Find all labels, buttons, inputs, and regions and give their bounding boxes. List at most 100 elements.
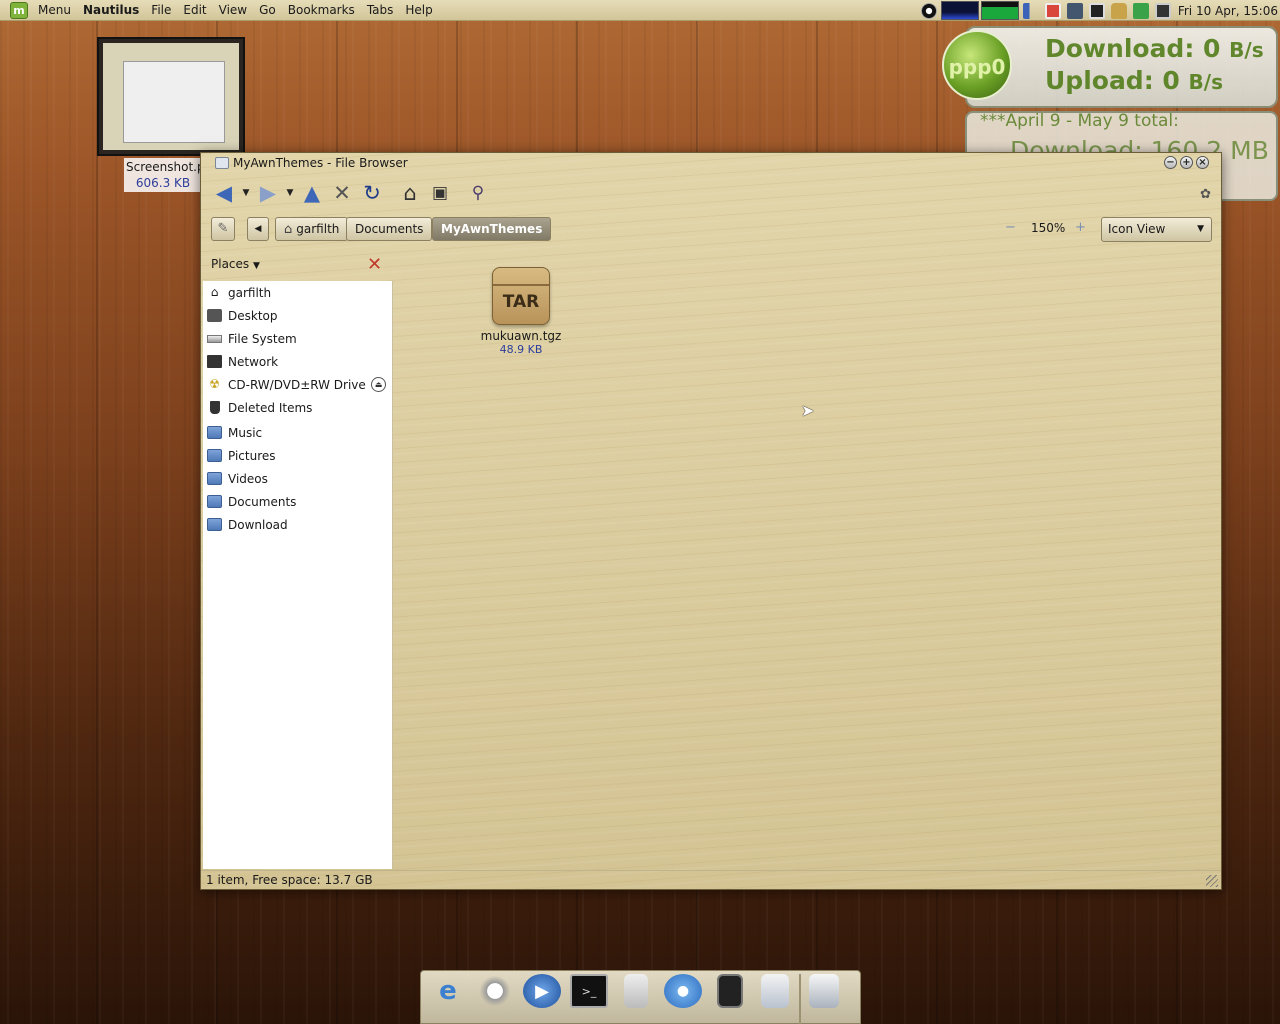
back-button[interactable]: ◀ <box>209 179 239 207</box>
sidebar-item-videos[interactable]: Videos <box>203 467 392 490</box>
file-name: mukuawn.tgz <box>480 329 562 343</box>
resize-grip[interactable] <box>1206 875 1218 887</box>
system-tray: Fri 10 Apr, 15:06 <box>918 0 1280 21</box>
mint-menu-icon[interactable]: m <box>10 1 28 19</box>
display-icon[interactable] <box>1088 2 1105 19</box>
back-history-dropdown[interactable]: ▼ <box>239 179 253 207</box>
stop-icon: ✕ <box>333 181 351 205</box>
drive-icon <box>207 334 222 343</box>
network-icon <box>207 355 222 368</box>
file-manager-icon[interactable] <box>809 974 839 1008</box>
sidebar-item-download[interactable]: Download <box>203 513 392 536</box>
zoom-out-button[interactable]: − <box>1005 220 1016 235</box>
up-button[interactable]: ▲ <box>297 179 327 207</box>
eject-icon[interactable]: ⏏ <box>371 377 386 392</box>
conky-interface-badge: ppp0 <box>942 30 1012 100</box>
stop-button[interactable]: ✕ <box>327 179 357 207</box>
desktop-icon-name: Screenshot.p <box>126 160 205 174</box>
places-sidebar: ⌂ garfilth Desktop File System Network ☢… <box>203 281 393 869</box>
up-arrow-icon: ▲ <box>303 181 321 205</box>
sidebar-item-garfilth[interactable]: ⌂ garfilth <box>203 281 392 304</box>
file-item-mukuawn[interactable]: TAR mukuawn.tgz 48.9 KB <box>479 267 563 356</box>
terminal-icon[interactable]: >_ <box>570 974 608 1008</box>
home-icon: ⌂ <box>284 222 293 237</box>
desktop-file-screenshot[interactable]: Screenshot.p 606.3 KB <box>97 37 245 192</box>
minimize-button[interactable]: − <box>1164 156 1177 169</box>
app-name[interactable]: Nautilus <box>77 3 145 17</box>
menu-button[interactable]: Menu <box>32 3 77 17</box>
menu-tabs[interactable]: Tabs <box>361 3 400 17</box>
notes-icon[interactable] <box>717 974 743 1008</box>
speaker-icon[interactable] <box>624 974 648 1008</box>
toolbar: ◀ ▼ ▶ ▼ ▲ ✕ ↻ ⌂ ▣ ⚲ ✿ <box>201 177 1221 209</box>
disc-icon[interactable] <box>920 2 937 19</box>
gimp-icon[interactable] <box>476 974 514 1008</box>
search-button[interactable]: ⚲ <box>463 179 493 207</box>
maximize-button[interactable]: + <box>1180 156 1193 169</box>
network-disconnected-icon[interactable] <box>1154 2 1171 19</box>
desktop-icon-caption: Screenshot.p 606.3 KB <box>124 158 205 192</box>
close-sidebar-button[interactable]: ✕ <box>367 254 382 275</box>
file-manager-icon <box>215 157 229 169</box>
reload-button[interactable]: ↻ <box>357 179 387 207</box>
binoculars-icon: ⚲ <box>471 183 485 203</box>
folder-icon <box>207 495 222 508</box>
status-text: 1 item, Free space: 13.7 GB <box>206 873 373 887</box>
pointer-icon[interactable] <box>1066 2 1083 19</box>
chat-icon[interactable]: ● <box>664 974 702 1008</box>
menu-go[interactable]: Go <box>253 3 282 17</box>
epiphany-icon[interactable]: e <box>429 974 467 1008</box>
chevron-down-icon: ▼ <box>252 261 260 271</box>
menu-help[interactable]: Help <box>399 3 438 17</box>
breadcrumb-documents[interactable]: Documents <box>346 217 433 241</box>
view-mode-select[interactable]: Icon View ▼ <box>1101 217 1212 242</box>
sidebar-item-file-system[interactable]: File System <box>203 327 392 350</box>
home-button[interactable]: ⌂ <box>395 179 425 207</box>
conky-download: Download: 0 B/s <box>1045 34 1264 63</box>
sidebar-item-cd-drive[interactable]: ☢ CD-RW/DVD±RW Drive ⏏ <box>203 373 392 396</box>
awn-dock: e ▶ >_ ● <box>420 970 861 1024</box>
folder-icon <box>207 426 222 439</box>
breadcrumb-scroll-left[interactable]: ◀ <box>247 217 269 241</box>
sidebar-item-documents[interactable]: Documents <box>203 490 392 513</box>
back-arrow-icon: ◀ <box>215 181 233 205</box>
sidebar-item-deleted-items[interactable]: Deleted Items <box>203 396 392 419</box>
window-title: MyAwnThemes - File Browser <box>233 156 408 170</box>
mail-icon[interactable] <box>761 974 789 1008</box>
menu-edit[interactable]: Edit <box>177 3 212 17</box>
file-size: 48.9 KB <box>499 343 543 356</box>
forward-button[interactable]: ▶ <box>253 179 283 207</box>
cpu-graph[interactable] <box>940 1 979 20</box>
window-titlebar[interactable]: MyAwnThemes - File Browser − + × <box>201 153 1221 173</box>
sidebar-item-pictures[interactable]: Pictures <box>203 444 392 467</box>
menu-view[interactable]: View <box>213 3 253 17</box>
breadcrumb-myawnthemes[interactable]: MyAwnThemes <box>432 217 552 241</box>
volume-icon[interactable] <box>1022 2 1039 19</box>
sidebar-item-network[interactable]: Network <box>203 350 392 373</box>
screenshot-icon[interactable] <box>1044 2 1061 19</box>
memory-graph[interactable] <box>980 1 1019 20</box>
status-bar: 1 item, Free space: 13.7 GB <box>201 870 1221 890</box>
close-button[interactable]: × <box>1196 156 1209 169</box>
lock-icon[interactable] <box>1110 2 1127 19</box>
menu-file[interactable]: File <box>145 3 177 17</box>
menu-bookmarks[interactable]: Bookmarks <box>282 3 361 17</box>
sidebar-item-music[interactable]: Music <box>203 421 392 444</box>
media-player-icon[interactable]: ▶ <box>523 974 561 1008</box>
places-dropdown[interactable]: Places ▼ <box>211 257 260 271</box>
chevron-down-icon: ▼ <box>1197 224 1204 234</box>
edit-location-icon: ✎ <box>217 221 229 236</box>
zoom-level[interactable]: 150% <box>1031 221 1065 235</box>
computer-button[interactable]: ▣ <box>425 179 455 207</box>
zoom-in-button[interactable]: + <box>1075 220 1086 235</box>
throbber-icon: ✿ <box>1200 187 1211 202</box>
breadcrumb-garfilth[interactable]: ⌂ garfilth <box>275 217 349 241</box>
sidebar-item-desktop[interactable]: Desktop <box>203 304 392 327</box>
shield-icon[interactable] <box>1132 2 1149 19</box>
panel-clock[interactable]: Fri 10 Apr, 15:06 <box>1174 4 1280 18</box>
forward-history-dropdown[interactable]: ▼ <box>283 179 297 207</box>
location-toggle-button[interactable]: ✎ <box>211 217 235 241</box>
computer-icon: ▣ <box>431 183 449 203</box>
desktop-icon <box>207 309 222 322</box>
chevron-left-icon: ◀ <box>254 224 262 234</box>
